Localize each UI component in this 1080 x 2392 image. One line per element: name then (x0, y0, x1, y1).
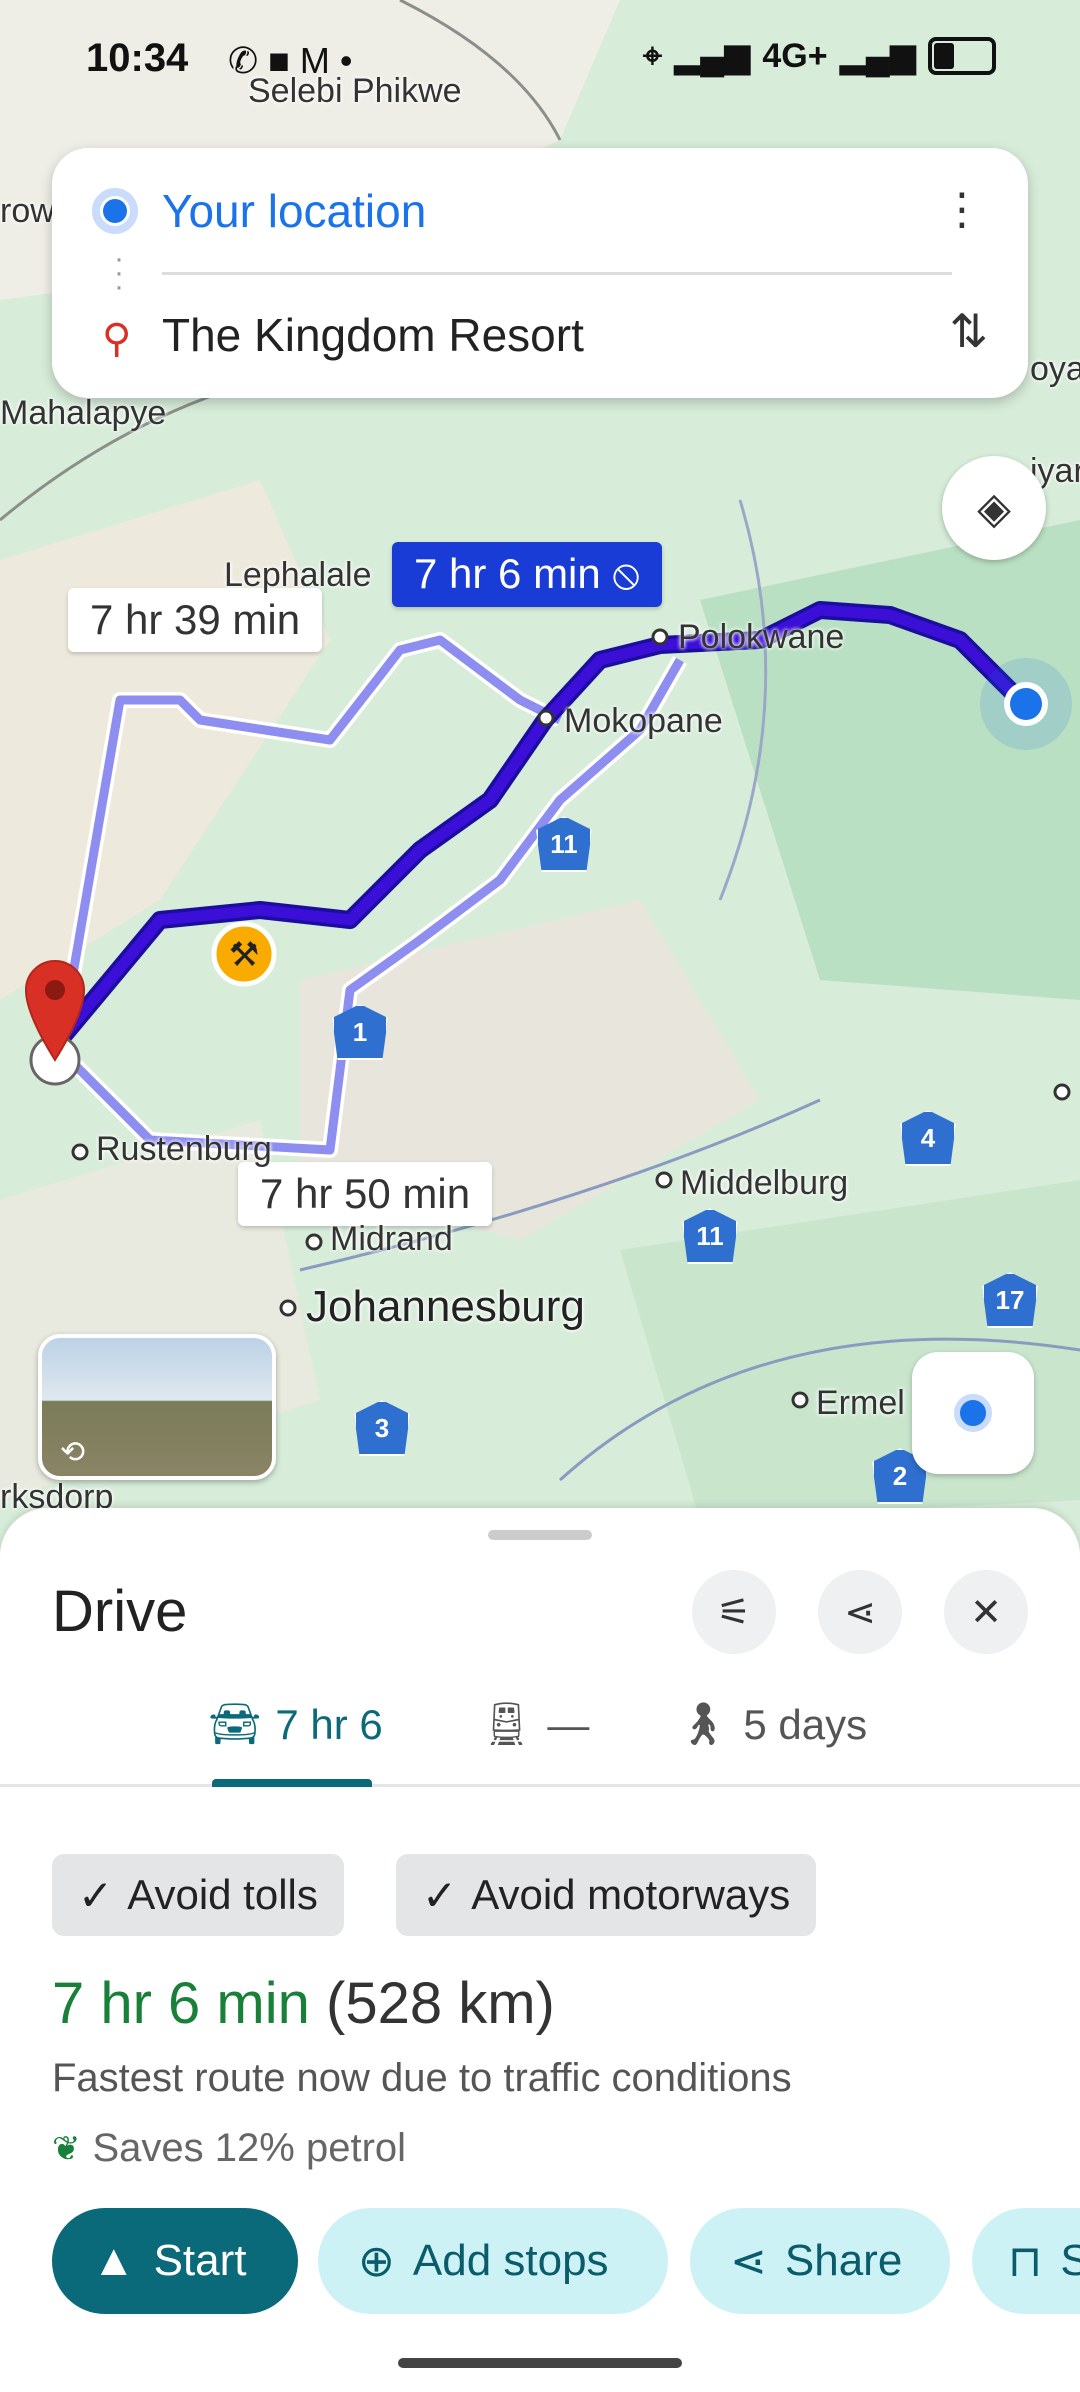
status-right: ⌖ ▂▄▆ 4G+ ▂▄▆ (643, 36, 996, 76)
tab-drive[interactable]: 🚘︎ 7 hr 6 (208, 1700, 383, 1749)
fuel-savings-text: Saves 12% petrol (92, 2126, 407, 2170)
close-icon: ✕ (970, 1591, 1002, 1634)
sliders-icon: ⚟ (716, 1591, 752, 1634)
destination-pin-icon: ⚲ (102, 317, 132, 361)
tab-walk[interactable]: 🚶︎ 5 days (676, 1700, 867, 1749)
tab-drive-label: 7 hr 6 (275, 1700, 383, 1748)
fuel-savings: ❦ Saves 12% petrol (52, 2126, 406, 2171)
share-icon: ⋖ (844, 1591, 876, 1634)
city-label: Johannesburg (306, 1282, 585, 1331)
travel-mode-tabs: 🚘︎ 7 hr 6 🚆︎ — 🚶︎ 5 days (0, 1684, 1080, 1787)
route-label-primary-text: 7 hr 6 min (414, 550, 601, 597)
add-stops-label: Add stops (412, 2236, 609, 2285)
origin-field[interactable]: Your location (162, 184, 426, 238)
share-button[interactable]: ⋖ Share (690, 2208, 950, 2314)
destination-field[interactable]: The Kingdom Resort (162, 308, 584, 362)
share-route-button[interactable]: ⋖ (818, 1570, 902, 1654)
route-options-button[interactable]: ⚟ (692, 1570, 776, 1654)
start-button[interactable]: ▲ Start (52, 2208, 298, 2314)
gesture-navigation-bar[interactable] (398, 2358, 682, 2368)
route-distance: (528 km) (326, 1971, 555, 2036)
add-stops-button[interactable]: ⊕ Add stops (318, 2208, 668, 2314)
more-options-button[interactable]: ⋮ (940, 184, 984, 235)
city-label: Mokopane (564, 702, 723, 740)
navigation-arrow-icon: ▲ (92, 2236, 136, 2285)
close-button[interactable]: ✕ (944, 1570, 1028, 1654)
tab-transit-label: — (547, 1700, 590, 1748)
street-view-icon: ⟲ (60, 1436, 86, 1469)
eco-leaf-icon: ⦸ (612, 550, 640, 597)
directions-sheet: Drive ⚟ ⋖ ✕ 🚘︎ 7 hr 6 🚆︎ — 🚶︎ 5 days ✓ A… (0, 1508, 1080, 2392)
svg-text:⚒: ⚒ (229, 935, 259, 975)
route-note: Fastest route now due to traffic conditi… (52, 2056, 792, 2100)
route-duration: 7 hr 6 min (52, 1971, 310, 2036)
battery-icon (928, 37, 996, 75)
city-label: Mahalapye (0, 394, 167, 432)
layers-button[interactable]: ◈ (942, 456, 1046, 560)
active-tab-indicator (212, 1779, 372, 1787)
share-label: Share (784, 2236, 903, 2285)
city-label: Polokwane (678, 618, 845, 656)
check-icon: ✓ (78, 1871, 114, 1919)
leaf-icon: ❦ (52, 2129, 81, 2168)
walk-icon: 🚶︎ (676, 1700, 730, 1747)
city-label: Midrand (330, 1220, 453, 1258)
signal-icon: ▂▄▆ (839, 37, 916, 75)
tab-transit[interactable]: 🚆︎ — (480, 1700, 589, 1749)
origin-dot-icon (92, 188, 138, 234)
sheet-title: Drive (52, 1579, 188, 1644)
directions-search-card: Your location · · · ⚲ The Kingdom Resort ⋮… (52, 148, 1028, 398)
route-label-alt-1[interactable]: 7 hr 39 min (68, 588, 323, 652)
save-button[interactable]: ⊓ S (972, 2208, 1080, 2314)
layers-icon: ◈ (977, 483, 1011, 533)
avoid-tolls-chip[interactable]: ✓ Avoid tolls (52, 1854, 344, 1936)
swap-locations-button[interactable]: ⇅ (949, 304, 988, 358)
avoid-motorways-chip[interactable]: ✓ Avoid motorways (396, 1854, 817, 1936)
status-bar: 10:34 ✆ ■ M • ⌖ ▂▄▆ 4G+ ▂▄▆ (0, 0, 1080, 120)
location-icon: ⌖ (642, 36, 662, 75)
add-location-icon: ⊕ (358, 2236, 395, 2286)
city-label: oya (1030, 350, 1080, 388)
notification-icons: ✆ ■ M • (228, 40, 353, 81)
tab-walk-label: 5 days (743, 1700, 868, 1748)
city-label: Ermel (816, 1384, 905, 1422)
car-icon: 🚘︎ (208, 1700, 262, 1747)
signal-icon: ▂▄▆ (674, 37, 751, 75)
chip-label: Avoid tolls (127, 1871, 318, 1918)
chip-label: Avoid motorways (471, 1871, 791, 1918)
route-summary: 7 hr 6 min (528 km) (52, 1970, 555, 2037)
sheet-drag-handle[interactable] (488, 1530, 592, 1540)
status-time: 10:34 (86, 36, 189, 80)
check-icon: ✓ (422, 1871, 458, 1919)
network-label: 4G+ (762, 36, 828, 75)
route-label-primary[interactable]: 7 hr 6 min ⦸ (392, 542, 662, 607)
train-icon: 🚆︎ (480, 1700, 534, 1747)
route-label-alt-2[interactable]: 7 hr 50 min (238, 1162, 493, 1226)
city-label: Lephalale (224, 556, 372, 594)
divider (162, 272, 952, 275)
city-label: Middelburg (680, 1164, 849, 1202)
my-location-button[interactable] (912, 1352, 1034, 1474)
share-icon: ⋖ (730, 2236, 767, 2286)
street-view-thumbnail[interactable]: ⟲ (38, 1334, 276, 1480)
save-label: S (1060, 2236, 1080, 2285)
start-label: Start (153, 2236, 247, 2285)
bookmark-icon: ⊓ (1008, 2236, 1043, 2286)
route-dots-icon: · · · (114, 242, 124, 303)
city-label: Rustenburg (96, 1130, 272, 1168)
